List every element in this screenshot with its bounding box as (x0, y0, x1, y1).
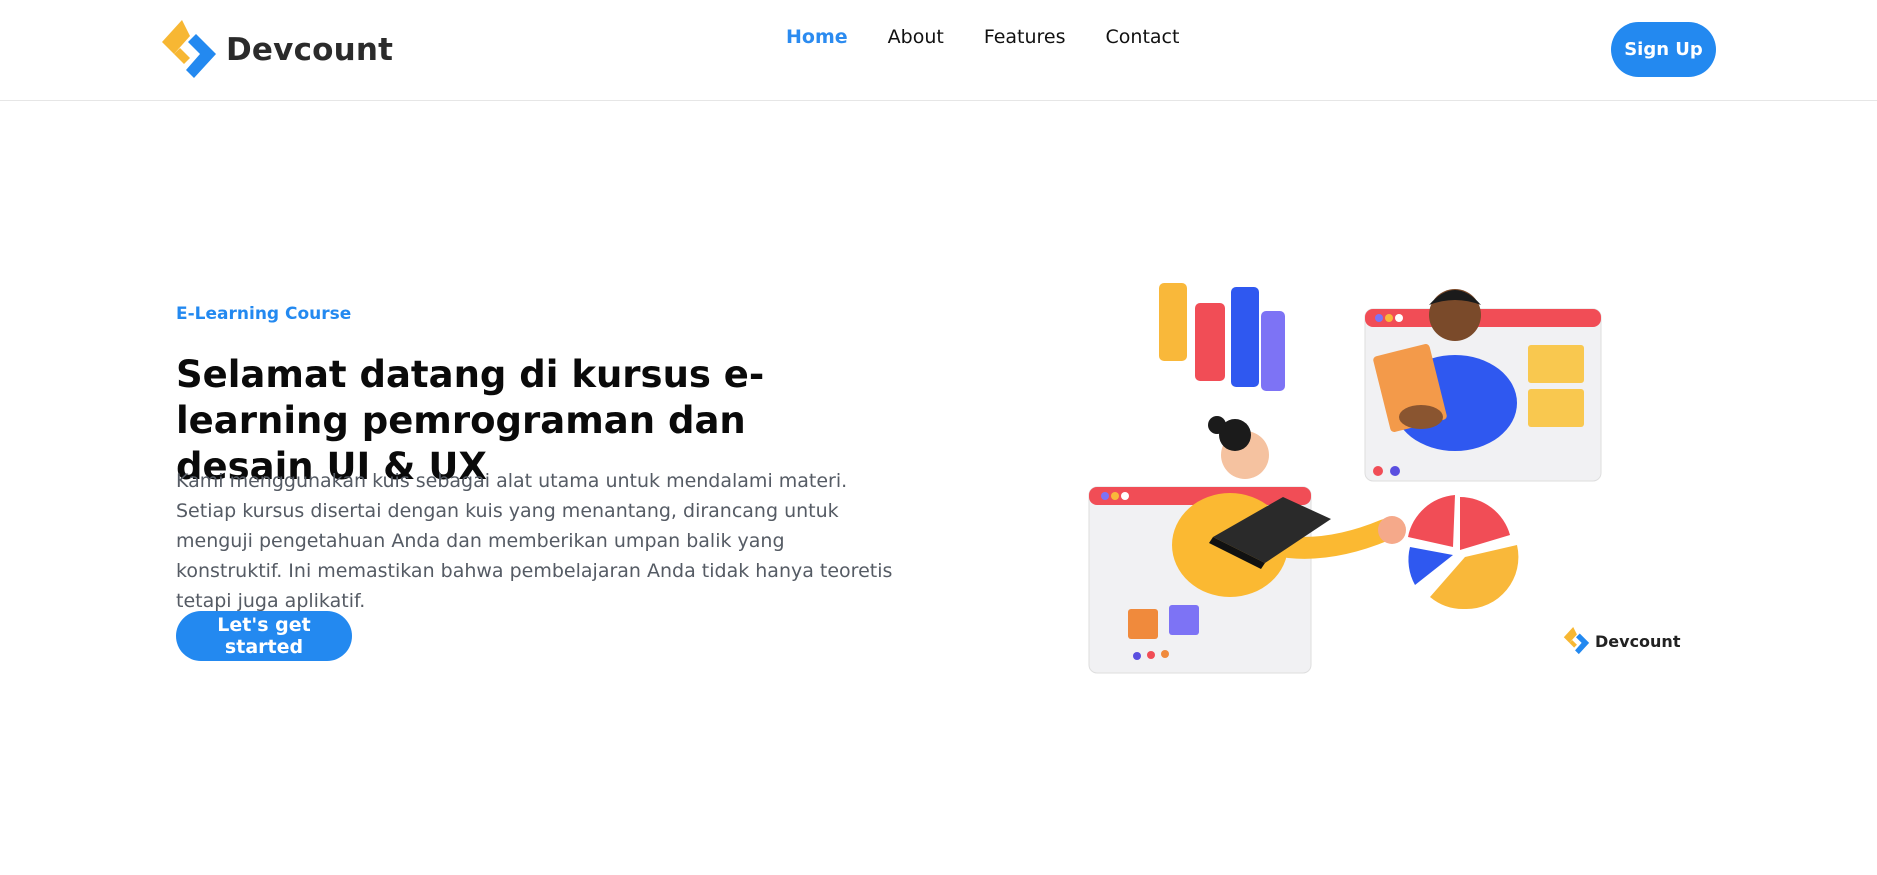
site-header: Devcount Home About Features Contact Sig… (0, 0, 1877, 101)
nav-home[interactable]: Home (786, 26, 848, 48)
hero-description: Kami menggunakan kuis sebagai alat utama… (176, 470, 893, 612)
pie-chart-illustration (1408, 495, 1519, 610)
get-started-button[interactable]: Let's get started (176, 611, 352, 661)
devcount-logo-icon (1563, 626, 1590, 655)
nav-contact[interactable]: Contact (1106, 26, 1180, 48)
illustration-brand-badge: Devcount (1561, 626, 1680, 656)
nav-features[interactable]: Features (984, 26, 1066, 48)
signup-button[interactable]: Sign Up (1611, 22, 1716, 77)
devcount-logo-icon (162, 20, 216, 78)
logo-text: Devcount (226, 32, 394, 68)
bar-chart-illustration (1159, 283, 1285, 391)
logo[interactable]: Devcount (156, 18, 393, 82)
brand-badge-text: Devcount (1595, 631, 1681, 651)
hero-eyebrow: E-Learning Course (176, 304, 352, 324)
main-nav: Home About Features Contact (786, 26, 1179, 48)
hero-illustration (1088, 283, 1602, 674)
nav-about[interactable]: About (888, 26, 944, 48)
